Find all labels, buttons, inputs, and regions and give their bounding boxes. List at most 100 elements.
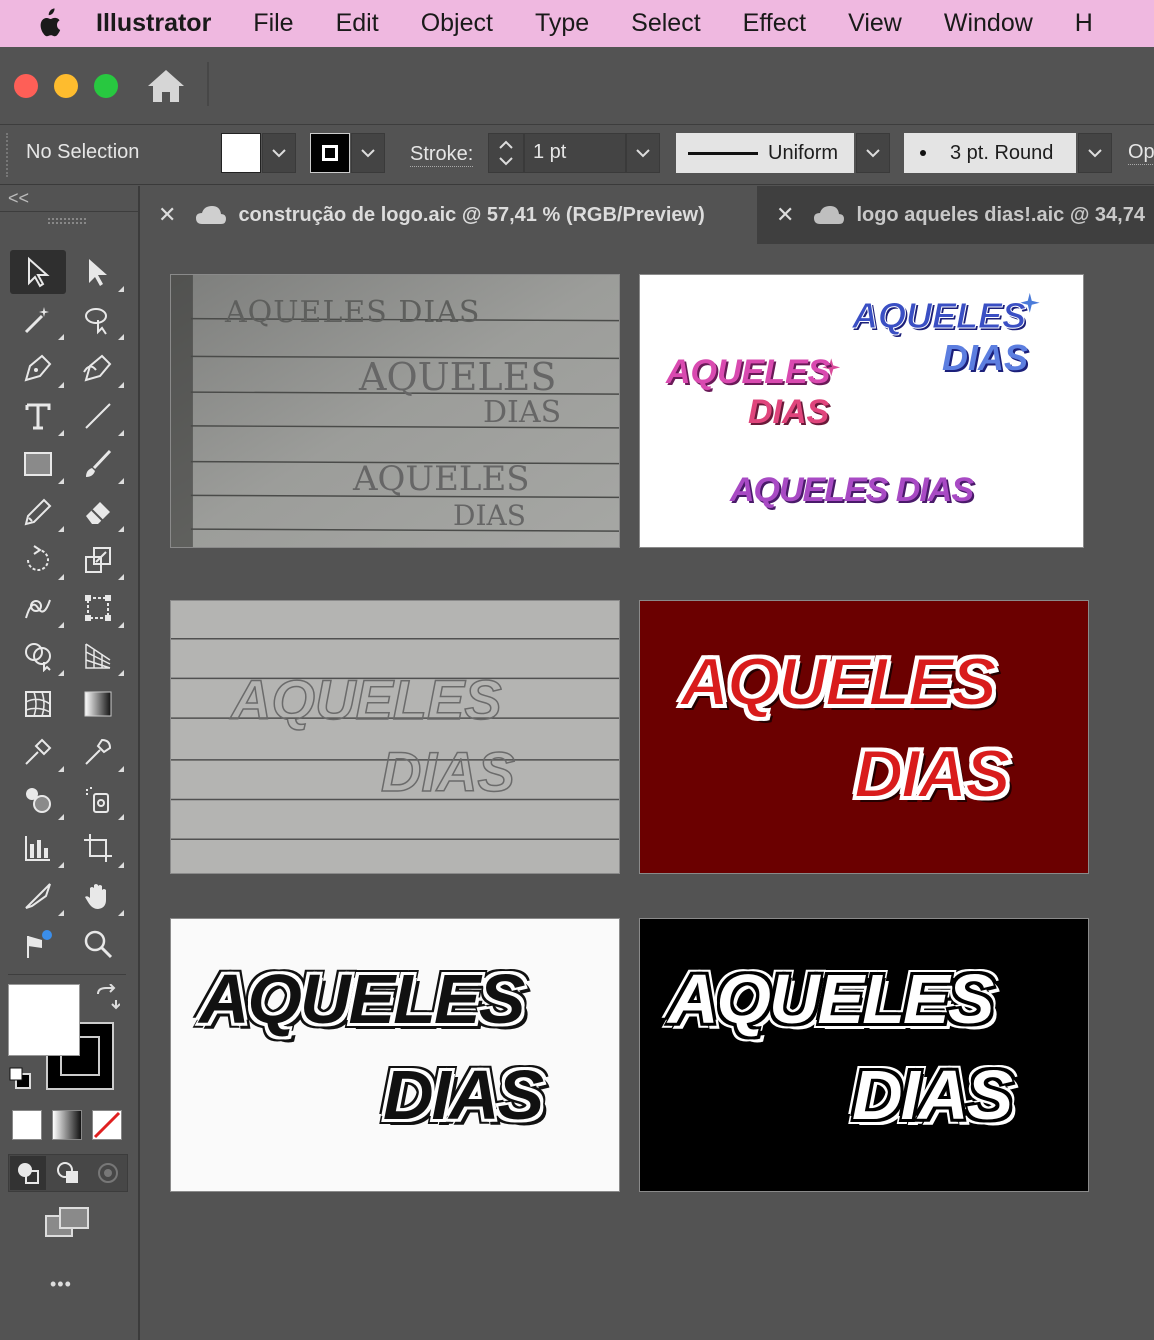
selection-tool[interactable] <box>10 250 66 294</box>
mesh-tool[interactable] <box>10 682 66 726</box>
shape-builder-tool[interactable] <box>10 634 66 678</box>
rotate-tool[interactable] <box>10 538 66 582</box>
screen-mode-icon[interactable] <box>44 1204 92 1245</box>
default-fill-stroke-icon[interactable] <box>8 1066 34 1097</box>
logo-blue-word1: AQUELES <box>851 295 1027 337</box>
wb-logo-word1: AQUELES <box>668 960 994 1038</box>
variable-width-profile[interactable]: Uniform <box>676 133 854 173</box>
stroke-label[interactable]: Stroke: <box>410 143 474 167</box>
eyedropper-tool[interactable] <box>70 730 126 774</box>
tab-construcao[interactable]: ✕ construção de logo.aic @ 57,41 % (RGB/… <box>144 186 757 244</box>
symbol-sprayer-tool[interactable] <box>10 778 66 822</box>
gradient-mode-button[interactable] <box>52 1110 82 1140</box>
title-divider <box>207 62 209 106</box>
close-tab-icon[interactable]: ✕ <box>158 202 176 228</box>
zoom-tool[interactable] <box>70 922 126 966</box>
line-segment-tool[interactable] <box>70 394 126 438</box>
draw-inside-button[interactable] <box>90 1156 126 1190</box>
menu-view[interactable]: View <box>848 9 902 38</box>
profile-dropdown[interactable] <box>856 133 890 173</box>
edit-toolbar-button[interactable]: ••• <box>50 1274 72 1295</box>
artboard-red-logo[interactable]: AQUELES DIAS <box>639 600 1089 874</box>
swap-fill-stroke-icon[interactable] <box>94 983 121 1015</box>
artboard-sketch-1[interactable]: AQUELES DIAS AQUELES DIAS AQUELES DIAS <box>170 274 620 548</box>
stroke-weight-dropdown[interactable] <box>626 133 660 173</box>
artboard-bw-logo[interactable]: AQUELES DIAS <box>170 918 620 1192</box>
stroke-weight-stepper[interactable] <box>488 133 524 173</box>
shaper-tool[interactable] <box>10 490 66 534</box>
pen-tool[interactable] <box>10 346 66 390</box>
sketch-text-inline: AQUELES DIAS <box>225 295 481 330</box>
none-mode-button[interactable] <box>92 1110 122 1140</box>
color-mode-button[interactable] <box>12 1110 42 1140</box>
blend-tool[interactable] <box>10 730 66 774</box>
panel-grip[interactable] <box>48 218 86 224</box>
zoom-window-button[interactable] <box>94 74 118 98</box>
menu-object[interactable]: Object <box>421 9 493 38</box>
type-tool[interactable] <box>10 394 66 438</box>
shape-builder-icon <box>25 643 51 672</box>
knife-icon <box>25 883 51 909</box>
artboard-wb-logo[interactable]: AQUELES DIAS <box>639 918 1089 1192</box>
lasso-tool[interactable] <box>70 298 126 342</box>
menu-select[interactable]: Select <box>631 9 700 38</box>
logo-pink-word1: AQUELES <box>666 353 831 391</box>
red-logo-word1: AQUELES <box>679 643 998 721</box>
close-tab-icon[interactable]: ✕ <box>776 202 794 228</box>
magic-wand-tool[interactable] <box>10 298 66 342</box>
eraser-tool[interactable] <box>70 490 126 534</box>
curvature-pen-icon <box>83 354 112 382</box>
menu-window[interactable]: Window <box>944 9 1033 38</box>
cloud-icon <box>196 206 227 224</box>
fill-swatch[interactable] <box>221 133 261 173</box>
artboard-color-logos[interactable]: AQUELES DIAS AQUELES DIAS AQUELES DIAS <box>639 274 1084 548</box>
warp-tool[interactable] <box>10 586 66 630</box>
control-bar-grip[interactable] <box>6 133 9 177</box>
slice-tool[interactable] <box>10 874 66 918</box>
perspective-grid-tool[interactable] <box>70 634 126 678</box>
direct-selection-tool[interactable] <box>70 250 126 294</box>
menu-type[interactable]: Type <box>535 9 589 38</box>
puppet-warp-tool[interactable] <box>10 922 66 966</box>
home-icon[interactable] <box>146 68 186 104</box>
scale-tool[interactable] <box>70 538 126 582</box>
menu-effect[interactable]: Effect <box>743 9 806 38</box>
menu-edit[interactable]: Edit <box>336 9 379 38</box>
draw-behind-button[interactable] <box>50 1156 86 1190</box>
artboard-tool[interactable] <box>70 826 126 870</box>
artboard-sketch-2[interactable]: AQUELES DIAS <box>170 600 620 874</box>
minimize-window-button[interactable] <box>54 74 78 98</box>
fill-color-box[interactable] <box>8 984 80 1056</box>
bw-logo-word1: AQUELES <box>199 960 525 1038</box>
menu-file[interactable]: File <box>253 9 293 38</box>
tools-panel: << ••• <box>0 186 140 1340</box>
stroke-swatch[interactable] <box>310 133 350 173</box>
paintbrush-tool[interactable] <box>70 442 126 486</box>
brush-definition[interactable]: 3 pt. Round <box>904 133 1076 173</box>
collapse-panel-button[interactable]: << <box>0 186 138 212</box>
tab-logo-aqueles[interactable]: ✕ logo aqueles dias!.aic @ 34,74 <box>762 186 1154 244</box>
rectangle-tool[interactable] <box>10 442 66 486</box>
stroke-dropdown[interactable] <box>351 133 385 173</box>
paintbrush-icon <box>86 449 112 477</box>
apple-icon[interactable] <box>0 7 96 40</box>
gradient-tool[interactable] <box>70 682 126 726</box>
bw-logo-word2: DIAS <box>383 1056 544 1134</box>
brush-dropdown[interactable] <box>1078 133 1112 173</box>
stroke-weight-field[interactable]: 1 pt <box>524 133 626 173</box>
draw-normal-button[interactable] <box>10 1156 46 1190</box>
sketch-photo-2 <box>171 601 619 873</box>
draw-inside-icon <box>98 1163 118 1183</box>
app-name[interactable]: Illustrator <box>96 9 211 38</box>
scale-icon <box>85 547 111 573</box>
hand-tool[interactable] <box>70 874 126 918</box>
curvature-tool[interactable] <box>70 346 126 390</box>
opacity-label[interactable]: Op <box>1128 141 1154 165</box>
canvas[interactable]: AQUELES DIAS AQUELES DIAS AQUELES DIAS A… <box>144 244 1154 1340</box>
fill-dropdown[interactable] <box>262 133 296 173</box>
menu-help[interactable]: H <box>1075 9 1093 38</box>
live-paint-bucket-tool[interactable] <box>70 778 126 822</box>
free-transform-tool[interactable] <box>70 586 126 630</box>
column-graph-tool[interactable] <box>10 826 66 870</box>
close-window-button[interactable] <box>14 74 38 98</box>
